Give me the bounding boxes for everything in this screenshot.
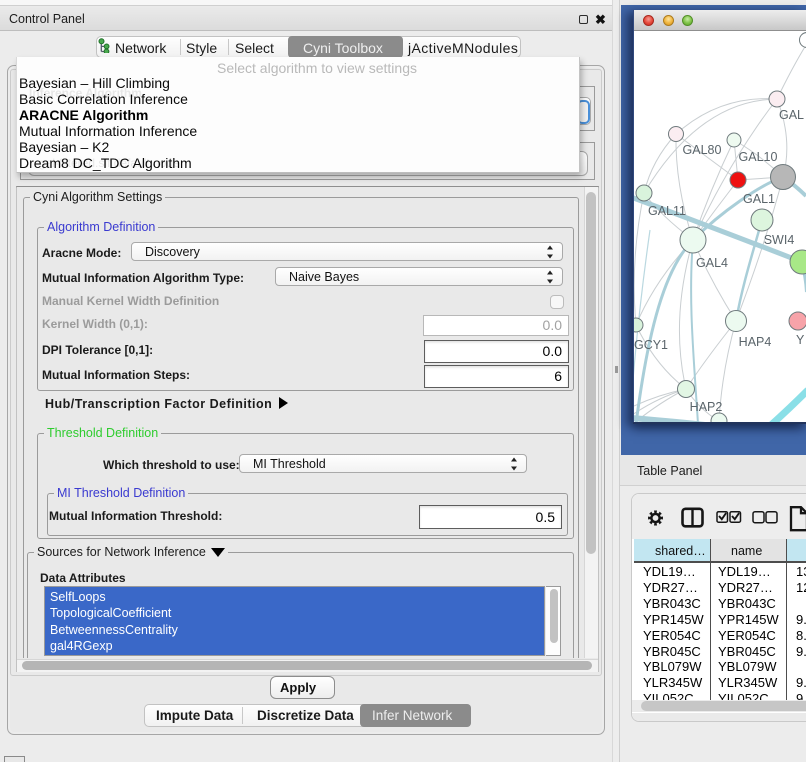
svg-text:GAL: GAL — [779, 108, 804, 122]
svg-text:GCY1: GCY1 — [634, 338, 668, 352]
svg-text:GAL10: GAL10 — [739, 150, 778, 164]
svg-text:Y: Y — [796, 333, 805, 347]
svg-text:SWI4: SWI4 — [764, 233, 795, 247]
svg-text:GAL4: GAL4 — [696, 256, 728, 270]
svg-text:GAL11: GAL11 — [648, 204, 686, 218]
svg-text:HAP2: HAP2 — [690, 400, 723, 414]
svg-text:GAL80: GAL80 — [683, 143, 722, 157]
svg-text:GAL1: GAL1 — [743, 192, 775, 206]
svg-text:HAP4: HAP4 — [739, 335, 772, 349]
